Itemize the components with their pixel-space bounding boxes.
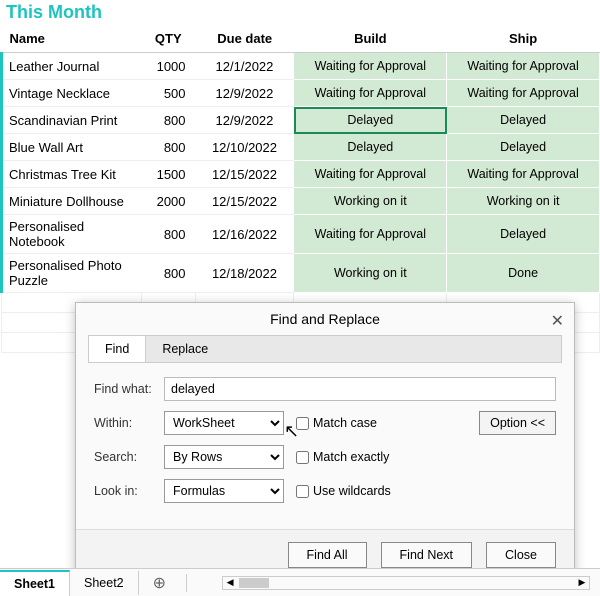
- find-all-button[interactable]: Find All: [288, 542, 367, 568]
- find-replace-dialog: Find and Replace ✕ Find Replace Find wha…: [75, 302, 575, 583]
- col-due[interactable]: Due date: [196, 25, 294, 53]
- use-wildcards-label: Use wildcards: [313, 484, 391, 498]
- cell-name[interactable]: Scandinavian Print: [2, 107, 142, 134]
- find-next-button[interactable]: Find Next: [381, 542, 473, 568]
- cell-build[interactable]: Working on it: [294, 188, 447, 215]
- cell-qty[interactable]: 800: [141, 254, 195, 293]
- tab-replace[interactable]: Replace: [146, 336, 224, 362]
- dialog-tabs: Find Replace: [88, 335, 562, 363]
- close-icon[interactable]: ✕: [551, 311, 564, 331]
- table-row: Personalised Notebook80012/16/2022Waitin…: [2, 215, 600, 254]
- cell-build[interactable]: Delayed: [294, 107, 447, 134]
- cell-qty[interactable]: 800: [141, 107, 195, 134]
- table-row: Blue Wall Art80012/10/2022DelayedDelayed: [2, 134, 600, 161]
- sheet-tab-1[interactable]: Sheet1: [0, 570, 70, 596]
- cell-qty[interactable]: 800: [141, 215, 195, 254]
- cell-due[interactable]: 12/15/2022: [196, 188, 294, 215]
- cell-due[interactable]: 12/1/2022: [196, 53, 294, 80]
- cell-due[interactable]: 12/9/2022: [196, 80, 294, 107]
- use-wildcards-checkbox[interactable]: [296, 485, 309, 498]
- cell-due[interactable]: 12/15/2022: [196, 161, 294, 188]
- cell-ship[interactable]: Working on it: [447, 188, 600, 215]
- cell-build[interactable]: Delayed: [294, 134, 447, 161]
- cell-name[interactable]: Miniature Dollhouse: [2, 188, 142, 215]
- cell-build[interactable]: Working on it: [294, 254, 447, 293]
- col-name[interactable]: Name: [2, 25, 142, 53]
- match-exactly-label: Match exactly: [313, 450, 389, 464]
- cell-qty[interactable]: 800: [141, 134, 195, 161]
- lookin-label: Look in:: [94, 484, 164, 498]
- add-sheet-icon[interactable]: ⊕: [139, 573, 180, 593]
- table-row: Vintage Necklace50012/9/2022Waiting for …: [2, 80, 600, 107]
- cell-name[interactable]: Vintage Necklace: [2, 80, 142, 107]
- cursor-icon: ↖: [284, 421, 299, 442]
- close-button[interactable]: Close: [486, 542, 556, 568]
- cell-name[interactable]: Christmas Tree Kit: [2, 161, 142, 188]
- cell-build[interactable]: Waiting for Approval: [294, 215, 447, 254]
- table-row: Leather Journal100012/1/2022Waiting for …: [2, 53, 600, 80]
- within-select[interactable]: WorkSheet: [164, 411, 284, 435]
- cell-ship[interactable]: Delayed: [447, 215, 600, 254]
- lookin-select[interactable]: Formulas: [164, 479, 284, 503]
- scroll-right-icon[interactable]: ▶: [575, 577, 589, 588]
- cell-ship[interactable]: Delayed: [447, 107, 600, 134]
- cell-qty[interactable]: 500: [141, 80, 195, 107]
- cell-qty[interactable]: 1500: [141, 161, 195, 188]
- table-row: Scandinavian Print80012/9/2022DelayedDel…: [2, 107, 600, 134]
- col-build[interactable]: Build: [294, 25, 447, 53]
- cell-name[interactable]: Personalised Notebook: [2, 215, 142, 254]
- cell-due[interactable]: 12/10/2022: [196, 134, 294, 161]
- find-what-input[interactable]: [164, 377, 556, 401]
- col-ship[interactable]: Ship: [447, 25, 600, 53]
- match-exactly-checkbox[interactable]: [296, 451, 309, 464]
- cell-due[interactable]: 12/9/2022: [196, 107, 294, 134]
- match-case-label: Match case: [313, 416, 377, 430]
- cell-build[interactable]: Waiting for Approval: [294, 161, 447, 188]
- search-select[interactable]: By Rows: [164, 445, 284, 469]
- dialog-title: Find and Replace ✕: [76, 303, 574, 335]
- search-label: Search:: [94, 450, 164, 464]
- sheet-bar: Sheet1 Sheet2 ⊕ ◀ ▶: [0, 568, 600, 596]
- cell-ship[interactable]: Done: [447, 254, 600, 293]
- page-title: This Month: [0, 0, 600, 25]
- cell-qty[interactable]: 2000: [141, 188, 195, 215]
- table-row: Personalised Photo Puzzle80012/18/2022Wo…: [2, 254, 600, 293]
- cell-due[interactable]: 12/18/2022: [196, 254, 294, 293]
- cell-ship[interactable]: Waiting for Approval: [447, 53, 600, 80]
- cell-ship[interactable]: Waiting for Approval: [447, 161, 600, 188]
- table-row: Christmas Tree Kit150012/15/2022Waiting …: [2, 161, 600, 188]
- cell-ship[interactable]: Waiting for Approval: [447, 80, 600, 107]
- cell-build[interactable]: Waiting for Approval: [294, 80, 447, 107]
- tab-find[interactable]: Find: [89, 336, 146, 362]
- scroll-thumb[interactable]: [239, 578, 269, 588]
- cell-name[interactable]: Personalised Photo Puzzle: [2, 254, 142, 293]
- cell-name[interactable]: Blue Wall Art: [2, 134, 142, 161]
- cell-name[interactable]: Leather Journal: [2, 53, 142, 80]
- table-row: Miniature Dollhouse200012/15/2022Working…: [2, 188, 600, 215]
- cell-due[interactable]: 12/16/2022: [196, 215, 294, 254]
- cell-ship[interactable]: Delayed: [447, 134, 600, 161]
- cell-qty[interactable]: 1000: [141, 53, 195, 80]
- find-what-label: Find what:: [94, 382, 164, 396]
- cell-build[interactable]: Waiting for Approval: [294, 53, 447, 80]
- within-label: Within:: [94, 416, 164, 430]
- scroll-left-icon[interactable]: ◀: [223, 577, 237, 588]
- option-button[interactable]: Option <<: [479, 411, 556, 435]
- horizontal-scrollbar[interactable]: ◀ ▶: [222, 576, 590, 590]
- col-qty[interactable]: QTY: [141, 25, 195, 53]
- sheet-tab-2[interactable]: Sheet2: [70, 571, 139, 595]
